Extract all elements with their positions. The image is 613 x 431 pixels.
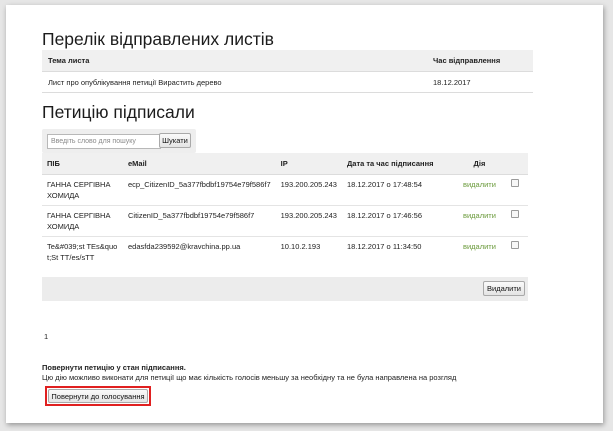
column-header-action: Дія bbox=[456, 153, 502, 175]
letter-sent-time: 18.12.2017 bbox=[427, 71, 533, 93]
signer-email: CitizenID_5a377fbdbf19754e79f586f7 bbox=[123, 205, 276, 237]
signer-signed-at: 18.12.2017 о 11:34:50 bbox=[341, 236, 457, 279]
signer-email: edasfda239592@kravchina.pp.ua bbox=[123, 236, 276, 279]
signers-table: ПІБ eMail IP Дата та час підписання Дія … bbox=[42, 153, 528, 279]
sent-letters-header-row: Тема листа Час відправлення bbox=[42, 50, 533, 72]
signer-name: ГАННА СЕРГІВНА ХОМИДА bbox=[42, 205, 123, 237]
table-row: Лист про опублікування петиції Вирастить… bbox=[42, 71, 533, 93]
delete-link[interactable]: видалити bbox=[463, 180, 496, 189]
signer-signed-at: 18.12.2017 о 17:48:54 bbox=[341, 174, 457, 206]
column-header-email: eMail bbox=[123, 153, 276, 175]
table-row: ГАННА СЕРГІВНА ХОМИДА ecp_CitizenID_5a37… bbox=[42, 174, 528, 206]
signer-name: ГАННА СЕРГІВНА ХОМИДА bbox=[42, 174, 123, 206]
page-frame: Перелік відправлених листів Тема листа Ч… bbox=[6, 5, 603, 423]
letter-subject: Лист про опублікування петиції Вирастить… bbox=[42, 71, 427, 93]
return-to-voting-button[interactable]: Повернути до голосування bbox=[48, 389, 148, 403]
search-button[interactable]: Шукати bbox=[159, 133, 191, 148]
row-checkbox[interactable] bbox=[510, 241, 519, 249]
column-header-ip: IP bbox=[275, 153, 342, 175]
signer-name: Te&#039;st TEs&quot;St TT/es/sTT bbox=[42, 236, 123, 279]
column-header-select bbox=[501, 153, 528, 175]
table-row: ГАННА СЕРГІВНА ХОМИДА CitizenID_5a377fbd… bbox=[42, 205, 528, 237]
return-section-title: Повернути петицію у стан підписання. bbox=[42, 363, 186, 372]
table-footer: Видалити bbox=[42, 277, 528, 301]
column-header-name: ПІБ bbox=[42, 153, 123, 175]
signers-heading: Петицію підписали bbox=[42, 102, 195, 122]
sent-letters-heading: Перелік відправлених листів bbox=[42, 29, 274, 49]
delete-link[interactable]: видалити bbox=[463, 242, 496, 251]
signer-signed-at: 18.12.2017 о 17:46:56 bbox=[341, 205, 457, 237]
search-input[interactable] bbox=[47, 134, 161, 149]
delete-selected-button[interactable]: Видалити bbox=[483, 281, 525, 296]
column-header-subject: Тема листа bbox=[42, 50, 427, 72]
search-bar: Шукати bbox=[42, 129, 196, 153]
sent-letters-table: Тема листа Час відправлення Лист про опу… bbox=[42, 50, 533, 93]
signer-email: ecp_CitizenID_5a377fbdbf19754e79f586f7 bbox=[123, 174, 276, 206]
pagination-page-1[interactable]: 1 bbox=[44, 332, 48, 341]
signers-header-row: ПІБ eMail IP Дата та час підписання Дія bbox=[42, 153, 528, 175]
signer-ip: 193.200.205.243 bbox=[275, 205, 342, 237]
table-row: Te&#039;st TEs&quot;St TT/es/sTT edasfda… bbox=[42, 236, 528, 279]
column-header-sent-time: Час відправлення bbox=[427, 50, 533, 72]
return-section-description: Цю дію можливо виконати для петиції що м… bbox=[42, 373, 457, 382]
signer-ip: 193.200.205.243 bbox=[275, 174, 342, 206]
column-header-signed-at: Дата та час підписання bbox=[341, 153, 457, 175]
row-checkbox[interactable] bbox=[510, 210, 519, 218]
row-checkbox[interactable] bbox=[510, 179, 519, 187]
signer-ip: 10.10.2.193 bbox=[275, 236, 342, 279]
delete-link[interactable]: видалити bbox=[463, 211, 496, 220]
